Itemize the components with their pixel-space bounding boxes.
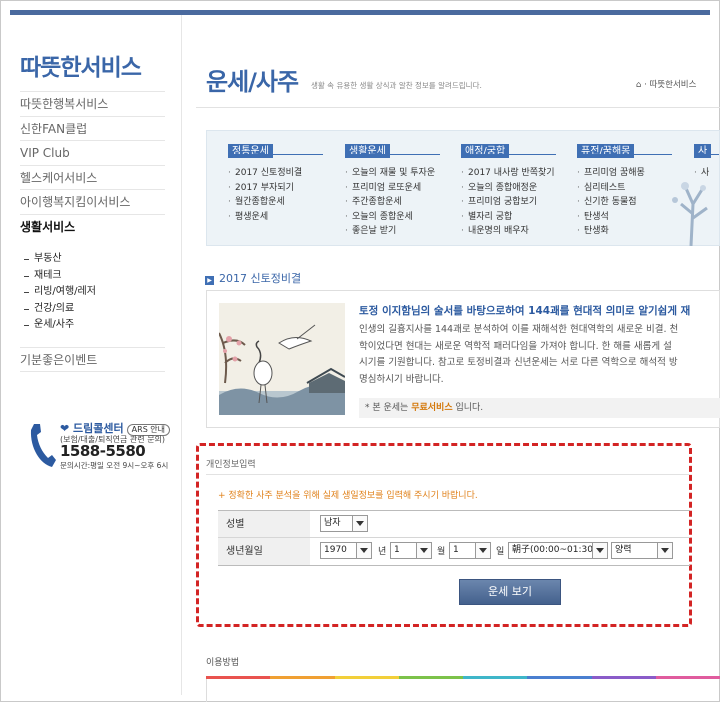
subnav-item-fortune[interactable]: 운세/사주 xyxy=(22,317,96,334)
sidebar-item-fan-club[interactable]: 신한FAN클럽 xyxy=(20,115,165,141)
category-love: 애정/궁합 2017 내사랑 반쪽찾기 오늘의 종합애정운 프리미엄 궁합보기 … xyxy=(461,139,556,239)
crane-illustration xyxy=(219,303,345,415)
section-bullet-icon: ▶ xyxy=(205,276,214,285)
category-heading[interactable]: 사 xyxy=(694,144,712,158)
call-center-hours: 문의시간:평일 오전 9시~오후 6시 xyxy=(60,461,169,470)
personal-info-form: 성별 남자 생년월일 1970 년 1 월 1 일 朝子(00:00~01:30… xyxy=(218,510,690,566)
month-select[interactable]: 1 xyxy=(390,542,432,559)
category-underline xyxy=(694,154,719,155)
category-box: 정통운세 2017 신토정비결 2017 부자되기 월간종합운세 평생운세 생활… xyxy=(206,130,720,246)
category-link[interactable]: 2017 신토정비결 xyxy=(228,166,302,181)
gender-row: 성별 남자 xyxy=(218,511,690,538)
category-link[interactable]: 프리미엄 로또운세 xyxy=(345,181,435,196)
subnav-item-health[interactable]: 건강/의료 xyxy=(22,301,96,318)
category-link[interactable]: 좋은날 받기 xyxy=(345,224,435,239)
form-divider xyxy=(206,474,690,475)
category-link[interactable]: 오늘의 종합애정운 xyxy=(461,181,555,196)
page-title: 운세/사주 xyxy=(206,68,299,96)
day-select[interactable]: 1 xyxy=(449,542,491,559)
chevron-down-icon xyxy=(356,543,371,558)
usage-box xyxy=(206,679,720,702)
category-link[interactable]: 프리미엄 궁합보기 xyxy=(461,195,555,210)
chevron-down-icon xyxy=(475,543,490,558)
category-underline xyxy=(228,154,323,155)
category-underline xyxy=(345,154,440,155)
birth-time-select[interactable]: 朝子(00:00~01:30) xyxy=(508,542,608,559)
breadcrumb: ⌂ · 따뜻한서비스 xyxy=(636,78,696,90)
category-link[interactable]: 심리테스트 xyxy=(577,181,645,196)
chevron-down-icon xyxy=(416,543,431,558)
category-heading[interactable]: 퓨전/꿈해몽 xyxy=(577,144,635,158)
category-underline xyxy=(577,154,672,155)
home-icon[interactable]: ⌂ xyxy=(636,80,641,90)
sidebar-brand[interactable]: 따뜻한서비스 xyxy=(20,48,142,82)
calendar-type-select[interactable]: 양력 xyxy=(611,542,673,559)
sidebar-item-child-care[interactable]: 아이행복지킴이서비스 xyxy=(20,189,165,214)
category-link[interactable]: 오늘의 재물 및 투자운 xyxy=(345,166,435,181)
intro-body: 인생의 길흉지사를 144괘로 분석하여 이를 재해석한 현대역학의 새로운 비… xyxy=(359,322,719,388)
free-service-note: * 본 운세는 무료서비스 입니다. xyxy=(359,398,720,418)
section-title: ▶ 2017 신토정비결 xyxy=(205,270,301,286)
call-center-number: 1588-5580 xyxy=(60,442,146,460)
category-link[interactable]: 신기한 동물점 xyxy=(577,195,645,210)
sidebar-nav: 따뜻한행복서비스 신한FAN클럽 VIP Club 헬스케어서비스 아이행복지킴… xyxy=(20,91,165,238)
chevron-down-icon xyxy=(592,543,607,558)
month-unit: 월 xyxy=(437,547,446,557)
decorative-tree-icon xyxy=(672,182,708,246)
breadcrumb-link[interactable]: · 따뜻한서비스 xyxy=(644,80,696,90)
gender-select[interactable]: 남자 xyxy=(320,515,368,532)
intro-headline: 토정 이지함님의 술서를 바탕으로하여 144괘를 현대적 의미로 알기쉽게 재 xyxy=(359,305,691,317)
year-unit: 년 xyxy=(378,547,387,557)
category-link[interactable]: 내운명의 배우자 xyxy=(461,224,555,239)
sidebar-item-vip-club[interactable]: VIP Club xyxy=(20,140,165,165)
category-fusion-dream: 퓨전/꿈해몽 프리미엄 꿈해몽 심리테스트 신기한 동물점 탄생석 탄생화 xyxy=(577,139,672,239)
category-link[interactable]: 2017 내사랑 반쪽찾기 xyxy=(461,166,555,181)
sidebar-item-life-service[interactable]: 생활서비스 xyxy=(20,213,165,239)
category-underline xyxy=(461,154,556,155)
category-heading[interactable]: 애정/궁합 xyxy=(461,144,510,158)
form-section-label: 개인정보입력 xyxy=(206,460,256,470)
category-link[interactable]: 2017 부자되기 xyxy=(228,181,302,196)
intro-line: 인생의 길흉지사를 144괘로 분석하여 이를 재해석한 현대역학의 새로운 비… xyxy=(359,324,679,335)
day-unit: 일 xyxy=(496,547,505,557)
sidebar-item-happy-service[interactable]: 따뜻한행복서비스 xyxy=(20,91,165,116)
phone-icon xyxy=(30,424,56,467)
intro-panel: 토정 이지함님의 술서를 바탕으로하여 144괘를 현대적 의미로 알기쉽게 재… xyxy=(206,290,720,428)
subnav-item-living[interactable]: 리빙/여행/레저 xyxy=(22,284,96,301)
birthdate-row: 생년월일 1970 년 1 월 1 일 朝子(00:00~01:30) 양력 xyxy=(218,538,690,565)
category-link[interactable]: 프리미엄 꿈해몽 xyxy=(577,166,645,181)
sidebar-subnav: 부동산 재테크 리빙/여행/레저 건강/의료 운세/사주 xyxy=(22,251,96,334)
category-link[interactable]: 오늘의 종합운세 xyxy=(345,210,435,225)
gender-label: 성별 xyxy=(218,511,310,537)
category-link[interactable]: 평생운세 xyxy=(228,210,302,225)
sidebar-item-healthcare[interactable]: 헬스케어서비스 xyxy=(20,164,165,190)
chevron-down-icon xyxy=(352,516,367,531)
free-service-highlight: 무료서비스 xyxy=(411,403,453,413)
form-notice: + 정확한 사주 분석을 위해 실제 생일정보를 입력해 주시기 바랍니다. xyxy=(218,491,478,501)
category-link[interactable]: 주간종합운세 xyxy=(345,195,435,210)
category-link[interactable]: 탄생화 xyxy=(577,224,645,239)
chevron-down-icon xyxy=(657,543,672,558)
usage-title: 이용방법 xyxy=(206,658,240,668)
intro-line: 학이었다면 현대는 새로운 역학적 패러다임을 가져야 합니다. 한 해를 새롭… xyxy=(359,340,672,352)
category-traditional: 정통운세 2017 신토정비결 2017 부자되기 월간종합운세 평생운세 xyxy=(228,139,323,225)
subnav-item-finance[interactable]: 재테크 xyxy=(22,268,96,285)
category-link[interactable]: 별자리 궁합 xyxy=(461,210,555,225)
category-heading[interactable]: 생활운세 xyxy=(345,144,390,158)
year-select[interactable]: 1970 xyxy=(320,542,372,559)
page-description: 생활 속 유용한 생활 상식과 알찬 정보를 알려드립니다. xyxy=(311,81,482,90)
category-heading[interactable]: 정통운세 xyxy=(228,144,273,158)
subnav-item-realestate[interactable]: 부동산 xyxy=(22,251,96,268)
title-divider xyxy=(196,107,720,108)
view-fortune-button[interactable]: 운세 보기 xyxy=(459,579,561,605)
category-link[interactable]: 월간종합운세 xyxy=(228,195,302,210)
intro-line: 명심하시기 바랍니다. xyxy=(359,373,444,385)
sidebar-item-event[interactable]: 기분좋은이벤트 xyxy=(20,347,165,372)
intro-line: 시기를 기원합니다. 참고로 토정비결과 신년운세는 서로 다른 역학으로 해석… xyxy=(359,357,678,368)
category-link[interactable]: 탄생석 xyxy=(577,210,645,225)
birthdate-label: 생년월일 xyxy=(218,538,310,565)
category-daily: 생활운세 오늘의 재물 및 투자운 프리미엄 로또운세 주간종합운세 오늘의 종… xyxy=(345,139,440,239)
